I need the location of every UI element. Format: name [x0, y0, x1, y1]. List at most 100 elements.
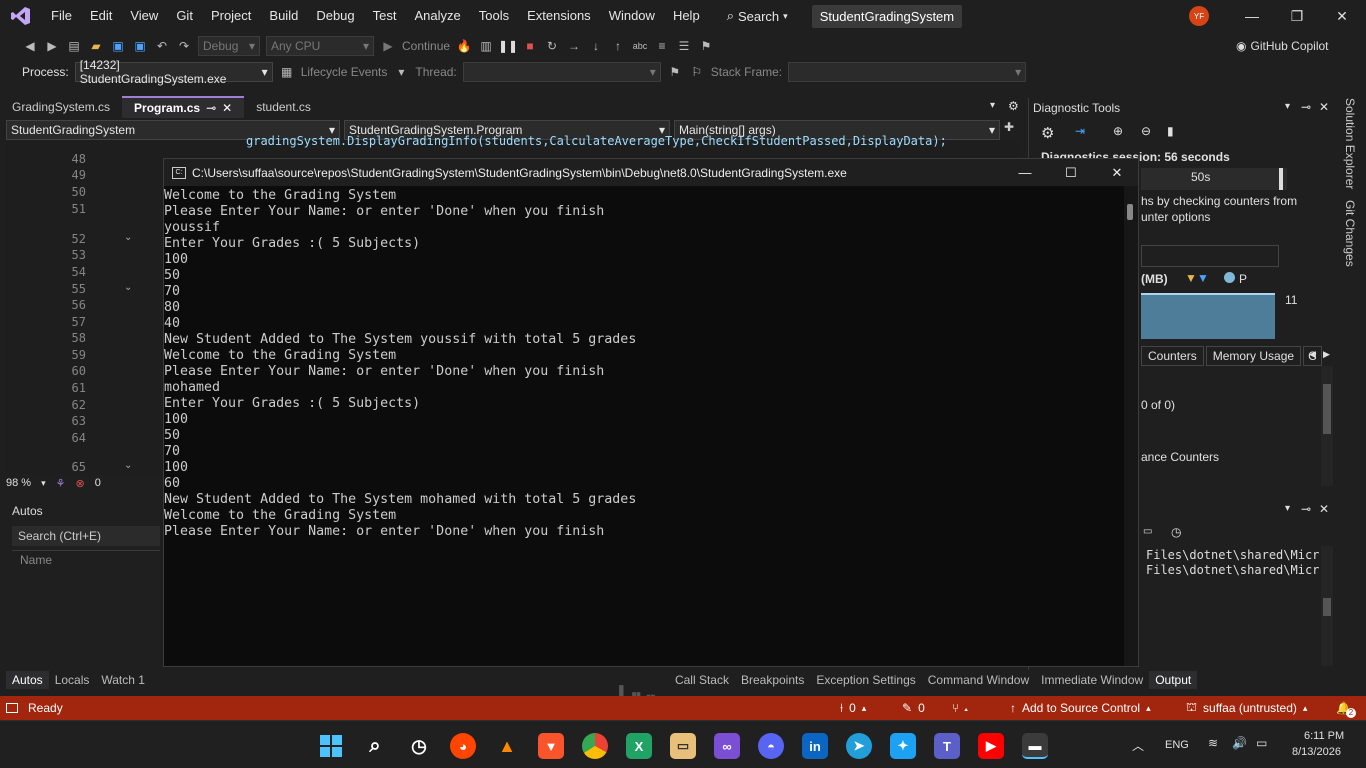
language-indicator[interactable]: ENG [1165, 739, 1189, 751]
battery-icon[interactable]: ▭ [1256, 736, 1267, 750]
linkedin-icon[interactable]: in [802, 733, 828, 759]
autos-search-input[interactable]: Search (Ctrl+E) [12, 526, 160, 546]
tab-output[interactable]: Output [1149, 671, 1198, 689]
thread-select[interactable]: ▾ [462, 62, 661, 82]
continue-button[interactable]: Continue [402, 39, 450, 53]
filter-icon[interactable]: ⚐ [689, 64, 705, 80]
console-scrollbar[interactable] [1124, 186, 1138, 666]
chrome-icon[interactable] [582, 733, 608, 759]
scroll-left-icon[interactable]: ◀ [1309, 349, 1316, 360]
menu-build[interactable]: Build [260, 0, 307, 32]
tab-counters[interactable]: Counters [1141, 346, 1204, 366]
file-explorer-icon[interactable]: ▭ [670, 733, 696, 759]
pin-icon[interactable]: ⊸ [206, 101, 216, 115]
menu-view[interactable]: View [121, 0, 167, 32]
tab-immediate-window[interactable]: Immediate Window [1035, 671, 1149, 689]
visual-studio-icon[interactable]: ∞ [714, 733, 740, 759]
pause-icon[interactable]: ❚❚ [498, 38, 518, 54]
counter-options-link[interactable]: unter options [1141, 210, 1210, 224]
step-over-icon[interactable]: → [566, 38, 582, 54]
taskbar-time[interactable]: 6:11 PM [1304, 730, 1344, 742]
console-maximize-icon[interactable]: ☐ [1048, 159, 1094, 186]
menu-edit[interactable]: Edit [81, 0, 121, 32]
performance-counters-link[interactable]: ance Counters [1141, 450, 1219, 464]
wifi-icon[interactable]: ≋ [1208, 736, 1218, 750]
clock-app-icon[interactable]: ◷ [406, 733, 432, 759]
branch-icon[interactable]: ⑂ ▴ [952, 701, 970, 715]
twitter-icon[interactable]: ✦ [890, 733, 916, 759]
process-select[interactable]: [14232] StudentGradingSystem.exe ▾ [74, 58, 273, 86]
tab-git-changes[interactable]: Git Changes [1343, 200, 1357, 267]
play-icon[interactable]: ▶ [380, 38, 396, 54]
pull-icon[interactable]: ⍿ [840, 701, 843, 716]
taskbar-search-icon[interactable]: ⌕ [362, 733, 388, 759]
windows-start-icon[interactable] [318, 733, 344, 759]
visual-studio-logo-icon[interactable] [0, 0, 42, 32]
chevron-down-icon[interactable]: ▾ [41, 478, 46, 489]
chart-icon[interactable]: ▮ [1167, 124, 1174, 138]
tab-program[interactable]: Program.cs ⊸ ✕ [122, 96, 245, 118]
zoom-level[interactable]: 98 % [6, 477, 31, 489]
chevron-down-icon[interactable]: ▾ [1285, 503, 1290, 514]
fold-toggle-icon[interactable]: ⌄ [124, 460, 132, 471]
pin-icon[interactable]: ⊸ [1301, 502, 1311, 516]
repo-user[interactable]: suffaa (untrusted) [1203, 701, 1297, 715]
tab-locals[interactable]: Locals [49, 671, 96, 689]
format-icon[interactable]: ≡ [654, 38, 670, 54]
menu-extensions[interactable]: Extensions [518, 0, 600, 32]
menu-project[interactable]: Project [202, 0, 260, 32]
menu-tools[interactable]: Tools [470, 0, 518, 32]
youtube-icon[interactable]: ▶ [978, 733, 1004, 759]
lifecycle-events-button[interactable]: Lifecycle Events [301, 65, 388, 79]
undo-icon[interactable]: ↶ [154, 38, 170, 54]
scroll-right-icon[interactable]: ▶ [1323, 349, 1330, 360]
pencil-count[interactable]: 0 [918, 701, 925, 715]
tab-exception-settings[interactable]: Exception Settings [810, 671, 921, 689]
output-scrollbar[interactable] [1321, 546, 1333, 666]
brave-icon[interactable]: ▼ [538, 733, 564, 759]
menu-help[interactable]: Help [664, 0, 709, 32]
tab-student[interactable]: student.cs [244, 96, 323, 118]
add-to-source-control[interactable]: Add to Source Control [1022, 701, 1140, 715]
menu-git[interactable]: Git [167, 0, 202, 32]
stack-frame-select[interactable]: ▾ [788, 62, 1027, 82]
up-count[interactable]: 0 [849, 701, 856, 715]
word-wrap-icon[interactable]: ▭ [1143, 526, 1152, 537]
console-close-icon[interactable]: ✕ [1094, 159, 1140, 186]
console-minimize-icon[interactable]: — [1002, 159, 1048, 186]
save-icon[interactable]: ▣ [110, 38, 126, 54]
close-icon[interactable]: ✕ [1319, 100, 1329, 114]
step-out-icon[interactable]: ↑ [610, 38, 626, 54]
settings-icon[interactable]: ⚙ [1008, 99, 1019, 113]
config-select[interactable]: Debug ▾ [198, 36, 260, 56]
restart-icon[interactable]: ↻ [544, 38, 560, 54]
fold-toggle-icon[interactable]: ⌄ [124, 282, 132, 293]
export-icon[interactable]: ⇥ [1075, 124, 1085, 138]
comment-icon[interactable]: ☰ [676, 38, 692, 54]
tab-gradingsystem[interactable]: GradingSystem.cs [0, 96, 122, 118]
flag-icon[interactable]: ⚑ [667, 64, 683, 80]
tab-autos[interactable]: Autos [6, 671, 49, 689]
bookmark-icon[interactable]: ⚑ [698, 38, 714, 54]
tab-breakpoints[interactable]: Breakpoints [735, 671, 810, 689]
telegram-icon[interactable]: ➤ [846, 733, 872, 759]
stop-icon[interactable]: ■ [522, 38, 538, 54]
console-window[interactable]: C: C:\Users\suffaa\source\repos\StudentG… [163, 158, 1139, 667]
hot-reload-icon[interactable]: 🔥 [456, 38, 472, 54]
vlc-icon[interactable]: ▲ [494, 733, 520, 759]
chevron-down-icon[interactable]: ▾ [1285, 101, 1290, 112]
teams-icon[interactable]: T [934, 733, 960, 759]
error-icon[interactable]: ⊗ [75, 477, 84, 490]
tab-memory-usage[interactable]: Memory Usage [1205, 346, 1302, 366]
close-icon[interactable]: ✕ [222, 101, 232, 115]
step-into-icon[interactable]: ↓ [588, 38, 604, 54]
search-button[interactable]: ⌕ Search ▾ [719, 8, 796, 24]
fold-toggle-icon[interactable]: ⌄ [124, 232, 132, 243]
menu-analyze[interactable]: Analyze [405, 0, 469, 32]
console-app-icon[interactable]: ▬ [1022, 733, 1048, 759]
reddit-icon[interactable]: ◕ [450, 733, 476, 759]
menu-window[interactable]: Window [600, 0, 664, 32]
tab-solution-explorer[interactable]: Solution Explorer [1343, 98, 1357, 189]
discord-icon[interactable]: ◓ [758, 733, 784, 759]
close-icon[interactable]: ✕ [1319, 502, 1329, 516]
